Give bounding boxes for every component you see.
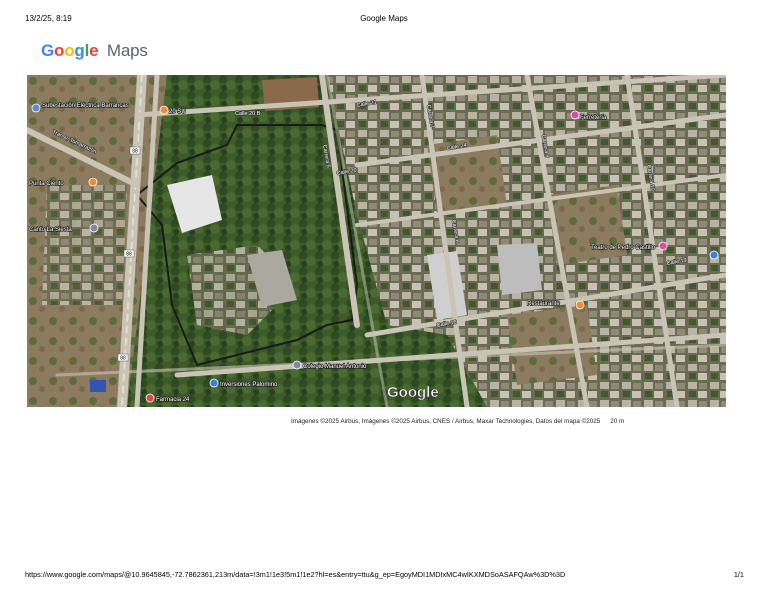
google-maps-logo[interactable]: Google Maps [41, 41, 148, 61]
substation-icon [31, 103, 41, 113]
logo-letter: o [54, 41, 65, 60]
attribution-text: Imágenes ©2025 Airbus, Imágenes ©2025 Ai… [291, 418, 601, 425]
google-watermark: Google [387, 384, 439, 401]
poi-label: Restaurante [527, 301, 560, 307]
road-shield: 88 [123, 249, 135, 258]
poi-label: Inversiones Palomino [220, 382, 278, 388]
poi-label: Canto La Siesta [29, 227, 72, 233]
poi-label: Colegio Manuel Antonio [303, 364, 367, 370]
logo-letter: g [74, 41, 85, 60]
footer-url: https://www.google.com/maps/@10.9645845,… [25, 570, 566, 579]
road-shield: 88 [117, 353, 129, 362]
shop-icon [570, 110, 580, 120]
map-attribution: Imágenes ©2025 Airbus, Imágenes ©2025 Ai… [291, 418, 624, 425]
poi-label: Teatro de Pedro Castillo [591, 245, 656, 251]
svg-text:88: 88 [120, 356, 126, 362]
theater-icon [658, 241, 668, 251]
svg-text:88: 88 [126, 252, 132, 258]
school-building [497, 243, 542, 295]
road-shield: 88 [129, 146, 141, 155]
logo-letter: G [41, 41, 55, 60]
footer-page-number: 1/1 [733, 570, 744, 579]
logo-letter: e [89, 41, 99, 60]
scale-bar-label: 20 m [610, 418, 625, 425]
svg-text:88: 88 [132, 149, 138, 155]
shop-icon [209, 378, 219, 388]
school-icon [292, 360, 302, 370]
poi-label: Punta Ciento [29, 181, 64, 187]
food-icon [575, 300, 585, 310]
print-title: Google Maps [360, 14, 408, 23]
poi-label: Farmacia 24 [156, 397, 190, 403]
poi-label: Ferretería [580, 115, 607, 121]
pharmacy-icon [145, 393, 155, 403]
location-marker-icon[interactable] [709, 250, 719, 260]
blue-building [90, 380, 106, 392]
church-icon [89, 223, 99, 233]
logo-product: Maps [106, 41, 148, 60]
street-label: Calle 20 B [235, 111, 261, 117]
satellite-map[interactable]: 88 88 88 Calle 20 B Calle 21 Calle 24 Ca… [27, 75, 726, 407]
food-icon [88, 177, 98, 187]
logo-letter: o [64, 41, 75, 60]
poi-label: 20 SU [169, 109, 186, 115]
food-icon [159, 105, 169, 115]
poi-label: Subestación Eléctrica Barrancas [42, 103, 129, 109]
